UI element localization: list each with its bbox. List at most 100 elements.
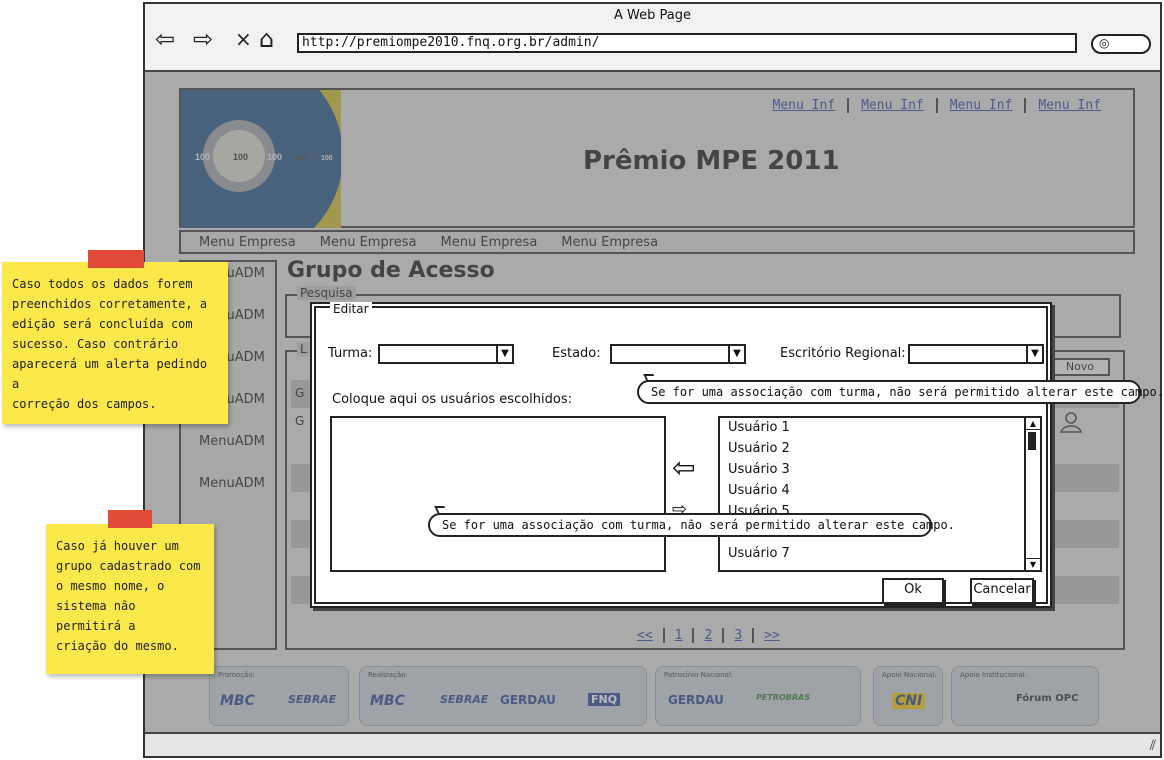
- cancel-button[interactable]: Cancelar: [970, 578, 1034, 604]
- list-item[interactable]: Usuário 1: [728, 420, 790, 435]
- list-callout: Se for uma associação com turma, não ser…: [428, 513, 955, 537]
- sponsor-group-label: Apoio Institucional:: [960, 671, 1028, 679]
- premio-logo: 100 100 100 100 100: [181, 90, 341, 228]
- escritorio-select[interactable]: ▼: [908, 344, 1044, 364]
- top-menu-link[interactable]: Menu Inf: [935, 98, 1025, 113]
- sticky-tape: [108, 510, 152, 528]
- top-menu-link[interactable]: Menu Inf: [1024, 98, 1113, 113]
- home-icon[interactable]: ⌂: [259, 26, 274, 52]
- turma-callout: Se for uma associação com turma, não ser…: [637, 380, 1164, 404]
- sponsor-group: Patrocínio Nacional: GERDAU PETROBRAS: [655, 666, 861, 726]
- mbc-logo: MBC: [220, 693, 255, 709]
- resize-grip-icon[interactable]: ⫽: [1150, 738, 1156, 754]
- logo-label: 100: [267, 152, 282, 162]
- main-menu-item[interactable]: Menu Empresa: [199, 235, 296, 250]
- chosen-users-list[interactable]: [330, 416, 666, 572]
- sponsor-group-label: Patrocínio Nacional:: [664, 671, 734, 679]
- escritorio-label: Escritório Regional:: [780, 346, 906, 361]
- search-icon: ◎: [1099, 36, 1110, 50]
- window-title: A Web Page: [614, 8, 691, 23]
- sebrae-logo: SEBRAE: [440, 693, 489, 706]
- main-menu: Menu Empresa Menu Empresa Menu Empresa M…: [179, 230, 1135, 254]
- note-line: edição será concluída com: [12, 317, 193, 331]
- petrobras-logo: PETROBRAS: [756, 693, 810, 702]
- edit-dialog: Editar Turma: ▼ Estado: ▼ Escritório Reg…: [310, 302, 1052, 608]
- scroll-thumb[interactable]: [1028, 432, 1036, 450]
- sticky-tape: [88, 250, 144, 268]
- search-fieldset-legend: Pesquisa: [297, 286, 356, 300]
- scroll-up-icon[interactable]: ▲: [1026, 418, 1040, 430]
- note-line: correção dos campos.: [12, 397, 157, 411]
- available-users-list[interactable]: Usuário 1 Usuário 2 Usuário 3 Usuário 4 …: [718, 416, 1042, 572]
- side-menu-item[interactable]: MenuADM: [199, 476, 265, 491]
- page-title: Grupo de Acesso: [287, 258, 495, 283]
- gerdau-logo: GERDAU: [500, 693, 556, 707]
- pagination-page[interactable]: 1: [662, 628, 693, 643]
- pagination-prev[interactable]: <<: [627, 628, 663, 643]
- cni-logo: CNI: [892, 693, 926, 709]
- site-header: 100 100 100 100 100 Menu Inf Menu Inf Me…: [179, 88, 1135, 228]
- main-menu-item[interactable]: Menu Empresa: [441, 235, 538, 250]
- user-icon[interactable]: [1059, 410, 1083, 434]
- fnq-logo: FNQ: [588, 693, 621, 706]
- logo-label: 100: [233, 152, 248, 162]
- browser-status-bar: ⫽: [145, 732, 1160, 756]
- note-line: preenchidos corretamente, a: [12, 297, 208, 311]
- sponsor-group: Apoio Institucional: Fórum OPC: [951, 666, 1099, 726]
- sticky-note-success: Caso todos os dados forem preenchidos co…: [2, 262, 228, 424]
- sponsor-footer: Promoção: MBC SEBRAE Realização: MBC SEB…: [209, 666, 1129, 728]
- gerdau-logo: GERDAU: [668, 693, 724, 707]
- table-header-label: G: [295, 386, 305, 400]
- pagination-page[interactable]: 2: [692, 628, 722, 643]
- top-menu-link[interactable]: Menu Inf: [761, 98, 848, 113]
- browser-search-field[interactable]: ◎: [1091, 34, 1151, 54]
- turma-label: Turma:: [328, 346, 373, 361]
- novo-button[interactable]: Novo: [1050, 358, 1110, 376]
- note-line: criação do mesmo.: [56, 639, 179, 653]
- top-menu: Menu Inf Menu Inf Menu Inf Menu Inf: [761, 98, 1114, 113]
- edit-fieldset: Editar Turma: ▼ Estado: ▼ Escritório Reg…: [314, 302, 1048, 604]
- move-left-arrow-icon[interactable]: ⇦: [672, 454, 695, 482]
- chevron-down-icon: ▼: [728, 346, 744, 362]
- address-bar[interactable]: http://premiompe2010.fnq.org.br/admin/: [297, 33, 1077, 53]
- list-item[interactable]: Usuário 2: [728, 441, 790, 456]
- ok-button[interactable]: Ok: [882, 578, 944, 604]
- list-scrollbar[interactable]: ▲ ▼: [1024, 418, 1040, 570]
- pagination: << 1 2 3 >>: [627, 628, 790, 643]
- sponsor-group-label: Promoção:: [218, 671, 255, 679]
- list-item[interactable]: Usuário 4: [728, 483, 790, 498]
- main-menu-item[interactable]: Menu Empresa: [320, 235, 417, 250]
- top-menu-link[interactable]: Menu Inf: [847, 98, 936, 113]
- list-item[interactable]: Usuário 7: [728, 546, 790, 561]
- sponsor-group: Promoção: MBC SEBRAE: [209, 666, 349, 726]
- sponsor-group: Apoio Nacional: CNI: [873, 666, 943, 726]
- note-line: sistema não permitirá a: [56, 599, 136, 633]
- forward-arrow-icon[interactable]: ⇨: [193, 26, 213, 52]
- back-arrow-icon[interactable]: ⇦: [155, 26, 175, 52]
- side-menu-item[interactable]: MenuADM: [199, 434, 265, 449]
- forum-opc-logo: Fórum OPC: [1016, 693, 1079, 704]
- sebrae-logo: SEBRAE: [288, 693, 337, 706]
- pagination-next[interactable]: >>: [752, 628, 790, 643]
- estado-label: Estado:: [552, 346, 601, 361]
- note-line: grupo cadastrado com: [56, 559, 201, 573]
- site-title: Prêmio MPE 2011: [583, 146, 840, 176]
- note-line: Caso já houver um: [56, 539, 179, 553]
- turma-select[interactable]: ▼: [378, 344, 514, 364]
- estado-select[interactable]: ▼: [610, 344, 746, 364]
- sponsor-group-label: Apoio Nacional:: [882, 671, 937, 679]
- logo-label: 100: [321, 155, 333, 162]
- stop-icon[interactable]: ×: [235, 26, 252, 52]
- scroll-down-icon[interactable]: ▼: [1026, 558, 1040, 570]
- dialog-legend: Editar: [330, 302, 372, 316]
- pagination-page[interactable]: 3: [722, 628, 752, 643]
- chevron-down-icon: ▼: [1026, 346, 1042, 362]
- main-menu-item[interactable]: Menu Empresa: [561, 235, 658, 250]
- chosen-users-label: Coloque aqui os usuários escolhidos:: [332, 392, 573, 407]
- list-fieldset-legend: L: [297, 342, 310, 356]
- browser-toolbar: A Web Page ⇦ ⇨ × ⌂ http://premiompe2010.…: [145, 4, 1160, 72]
- note-line: aparecerá um alerta pedindo a: [12, 357, 208, 391]
- note-line: o mesmo nome, o: [56, 579, 165, 593]
- logo-label: 100: [195, 152, 210, 162]
- list-item[interactable]: Usuário 3: [728, 462, 790, 477]
